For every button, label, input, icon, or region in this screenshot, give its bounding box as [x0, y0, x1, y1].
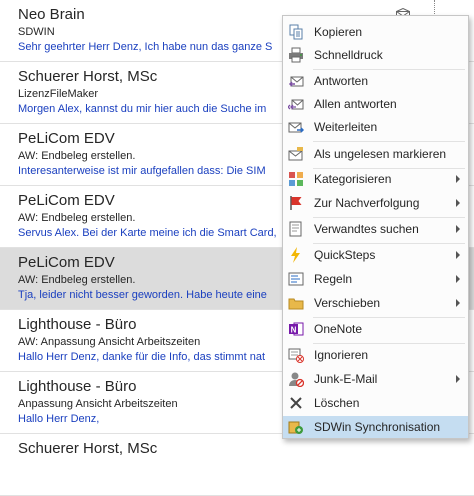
message-sender: Neo Brain [18, 6, 85, 23]
submenu-arrow-icon [456, 199, 460, 207]
menu-item-label: Weiterleiten [314, 120, 378, 134]
menu-item-label: Verschieben [314, 296, 381, 310]
menu-item-verwandtes-suchen[interactable]: Verwandtes suchen [283, 218, 468, 240]
menu-item-label: Löschen [314, 396, 360, 410]
menu-item-label: Als ungelesen markieren [314, 147, 447, 161]
print-icon [288, 47, 304, 63]
message-preview: Sehr geehrter Herr Denz, Ich habe nun da… [18, 41, 273, 53]
svg-text:N: N [291, 326, 297, 335]
submenu-arrow-icon [456, 299, 460, 307]
message-preview: Hallo Herr Denz, danke für die Info, das… [18, 351, 265, 363]
message-preview: Servus Alex. Bei der Karte meine ich die… [18, 227, 277, 239]
message-sender: Schuerer Horst, MSc [18, 440, 158, 457]
menu-item-antworten[interactable]: Antworten [283, 70, 468, 92]
move-folder-icon [288, 295, 304, 311]
menu-item-verschieben[interactable]: Verschieben [283, 292, 468, 314]
submenu-arrow-icon [456, 375, 460, 383]
menu-item-kopieren[interactable]: Kopieren [283, 21, 468, 43]
menu-item-junk-e-mail[interactable]: Junk-E-Mail [283, 368, 468, 390]
message-sender: Lighthouse - Büro [18, 316, 137, 333]
copy-icon [288, 24, 304, 40]
submenu-arrow-icon [456, 275, 460, 283]
message-sender: Schuerer Horst, MSc [18, 68, 158, 85]
message-subject: LizenzFileMaker [18, 88, 99, 100]
message-preview: Morgen Alex, kannst du mir hier auch die… [18, 103, 267, 115]
menu-item-sdwin-synchronisation[interactable]: SDWin Synchronisation [283, 416, 468, 438]
context-menu: Kopieren Schnelldruck Antworten Allen an… [282, 15, 469, 439]
message-subject: AW: Endbeleg erstellen. [18, 150, 136, 162]
delete-icon [288, 395, 304, 411]
find-related-icon [288, 221, 304, 237]
categorize-icon [288, 171, 304, 187]
message-preview: Hallo Herr Denz, [18, 413, 100, 425]
menu-item-label: Ignorieren [314, 348, 369, 362]
menu-item-label: QuickSteps [314, 248, 376, 262]
menu-item-zur-nachverfolgung[interactable]: Zur Nachverfolgung [283, 192, 468, 214]
message-row[interactable]: Schuerer Horst, MSc [0, 434, 474, 496]
menu-item-onenote[interactable]: N OneNote [283, 318, 468, 340]
menu-item-allen-antworten[interactable]: Allen antworten [283, 93, 468, 115]
flag-icon [288, 195, 304, 211]
rules-icon [288, 271, 304, 287]
menu-item-loeschen[interactable]: Löschen [283, 392, 468, 414]
menu-item-weiterleiten[interactable]: Weiterleiten [283, 116, 468, 138]
menu-item-label: Verwandtes suchen [314, 222, 419, 236]
sdwin-sync-icon [288, 419, 304, 435]
submenu-arrow-icon [456, 251, 460, 259]
reply-icon [288, 73, 304, 89]
menu-item-label: Kategorisieren [314, 172, 392, 186]
message-sender: Lighthouse - Büro [18, 378, 137, 395]
message-subject: SDWIN [18, 26, 55, 38]
message-preview: Tja, leider nicht besser geworden. Habe … [18, 289, 267, 301]
message-sender: PeLiCom EDV [18, 192, 115, 209]
menu-separator [313, 141, 465, 142]
submenu-arrow-icon [456, 225, 460, 233]
onenote-icon: N [288, 321, 304, 337]
quicksteps-icon [288, 247, 304, 263]
message-subject: AW: Endbeleg erstellen. [18, 212, 136, 224]
menu-item-label: SDWin Synchronisation [314, 420, 441, 434]
menu-item-kategorisieren[interactable]: Kategorisieren [283, 168, 468, 190]
message-subject: AW: Endbeleg erstellen. [18, 274, 136, 286]
message-sender: PeLiCom EDV [18, 254, 115, 271]
ignore-icon [288, 347, 304, 363]
message-subject: AW: Anpassung Ansicht Arbeitszeiten [18, 336, 201, 348]
menu-item-schnelldruck[interactable]: Schnelldruck [283, 44, 468, 66]
mark-unread-icon [288, 146, 304, 162]
menu-item-label: Antworten [314, 74, 369, 88]
message-preview: Interesanterweise ist mir aufgefallen da… [18, 165, 266, 177]
forward-icon [288, 119, 305, 135]
menu-item-als-ungelesen-markieren[interactable]: Als ungelesen markieren [283, 143, 468, 165]
menu-item-label: Zur Nachverfolgung [314, 196, 420, 210]
junk-icon [288, 371, 305, 388]
menu-item-label: OneNote [314, 322, 363, 336]
menu-item-label: Junk-E-Mail [314, 372, 378, 386]
menu-item-label: Allen antworten [314, 97, 397, 111]
submenu-arrow-icon [456, 175, 460, 183]
message-sender: PeLiCom EDV [18, 130, 115, 147]
reply-all-icon [287, 96, 304, 112]
menu-item-label: Kopieren [314, 25, 363, 39]
menu-item-label: Schnelldruck [314, 48, 383, 62]
menu-item-label: Regeln [314, 272, 353, 286]
menu-item-regeln[interactable]: Regeln [283, 268, 468, 290]
message-subject: Anpassung Ansicht Arbeitszeiten [18, 398, 178, 410]
menu-item-ignorieren[interactable]: Ignorieren [283, 344, 468, 366]
menu-item-quicksteps[interactable]: QuickSteps [283, 244, 468, 266]
